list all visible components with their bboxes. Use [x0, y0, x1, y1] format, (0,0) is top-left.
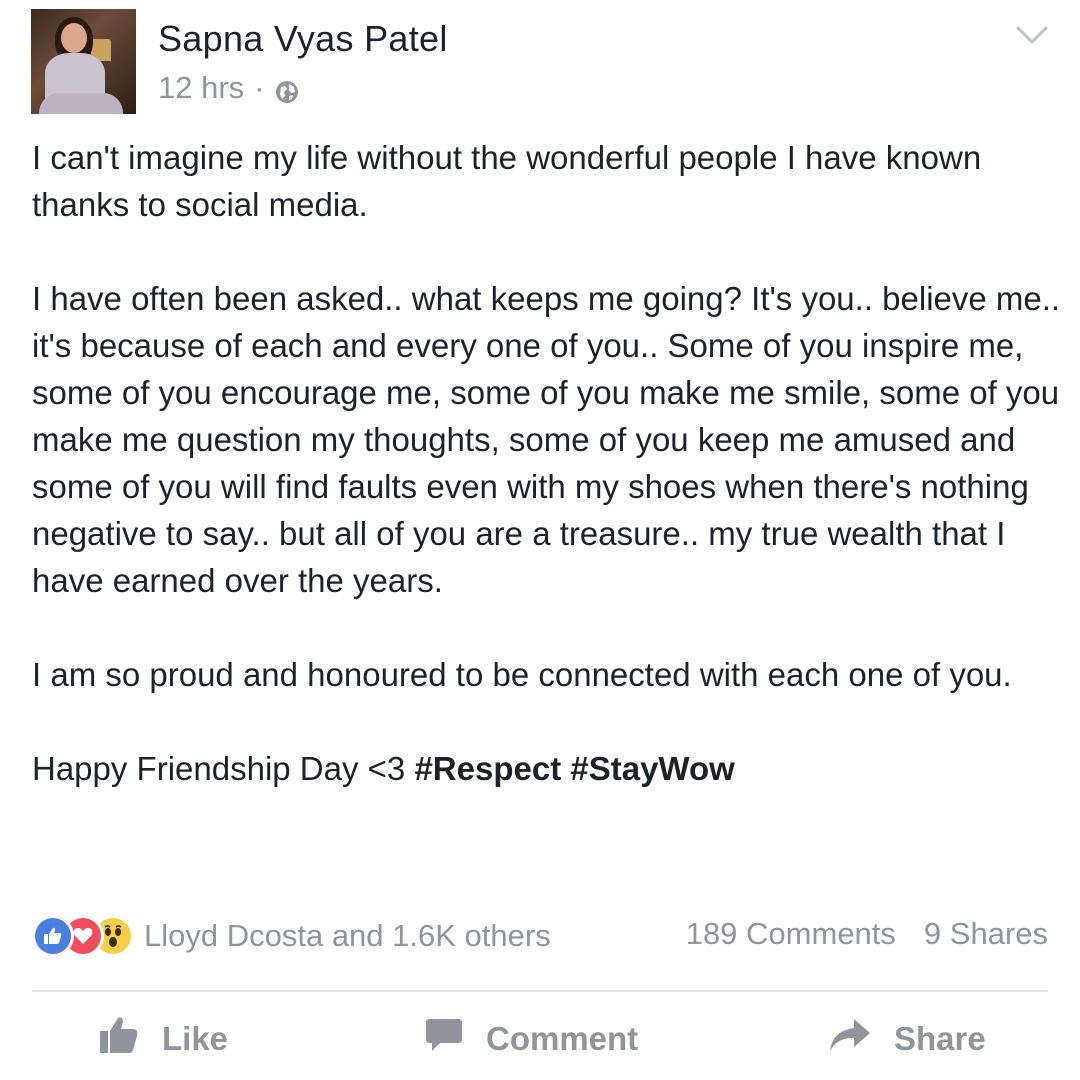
comment-button[interactable]: Comment: [424, 1014, 638, 1064]
like-reaction-icon: [32, 915, 74, 957]
shares-count[interactable]: 9 Shares: [924, 916, 1048, 952]
share-arrow-icon: [828, 1017, 894, 1061]
comment-bubble-icon: [424, 1015, 486, 1063]
actions-divider: [32, 990, 1048, 992]
post-paragraph: I can't imagine my life without the wond…: [32, 139, 982, 223]
post-header: Sapna Vyas Patel 12 hrs ·: [0, 0, 1080, 120]
post-body: I can't imagine my life without the wond…: [32, 134, 1062, 792]
thumbs-up-icon: [98, 1014, 162, 1064]
reactions-text[interactable]: Lloyd Dcosta and 1.6K others: [144, 918, 551, 954]
share-button[interactable]: Share: [828, 1014, 986, 1064]
comments-count[interactable]: 189 Comments: [686, 916, 896, 952]
share-label: Share: [894, 1020, 986, 1057]
globe-icon: [275, 76, 299, 103]
meta-separator: ·: [254, 70, 265, 105]
closing-text: Happy Friendship Day <3: [32, 750, 415, 787]
reactions-summary[interactable]: Lloyd Dcosta and 1.6K others: [32, 914, 551, 958]
avatar[interactable]: [31, 9, 136, 114]
hashtag-respect[interactable]: #Respect: [414, 750, 561, 787]
comment-label: Comment: [486, 1020, 639, 1057]
chevron-down-icon[interactable]: [1014, 22, 1050, 50]
like-label: Like: [162, 1020, 229, 1057]
hashtag-staywow[interactable]: #StayWow: [570, 750, 734, 787]
post-meta: 12 hrs ·: [158, 70, 299, 106]
post-paragraph: I am so proud and honoured to be connect…: [32, 656, 1012, 693]
like-button[interactable]: Like: [98, 1014, 228, 1064]
post-actions-bar: Like Comment Share: [0, 1000, 1080, 1080]
post-paragraph: I have often been asked.. what keeps me …: [32, 280, 1061, 599]
author-name[interactable]: Sapna Vyas Patel: [158, 18, 448, 60]
post-closing-line: Happy Friendship Day <3 #Respect #StayWo…: [32, 745, 1062, 792]
engagement-counts: 189 Comments 9 Shares: [686, 916, 1048, 952]
post-timestamp[interactable]: 12 hrs: [158, 70, 244, 106]
